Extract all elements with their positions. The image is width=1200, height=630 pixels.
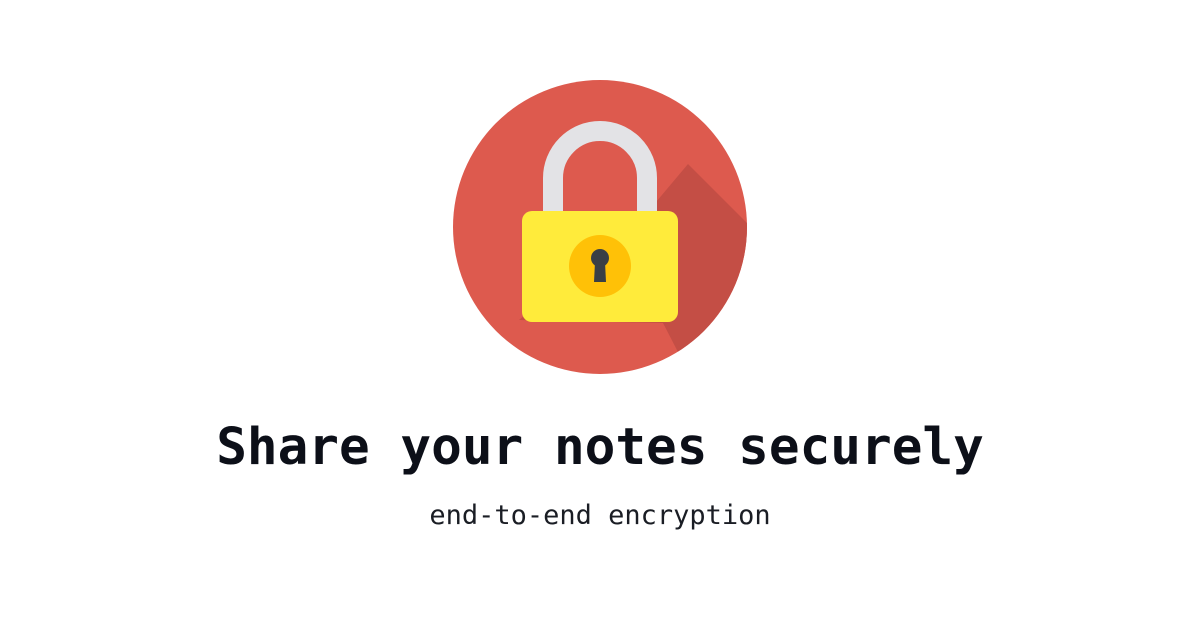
keyhole-slot <box>594 262 606 282</box>
banner: Share your notes securely end-to-end enc… <box>0 0 1200 630</box>
subline: end-to-end encryption <box>429 500 771 531</box>
padlock-icon <box>453 80 747 374</box>
headline: Share your notes securely <box>216 418 984 477</box>
